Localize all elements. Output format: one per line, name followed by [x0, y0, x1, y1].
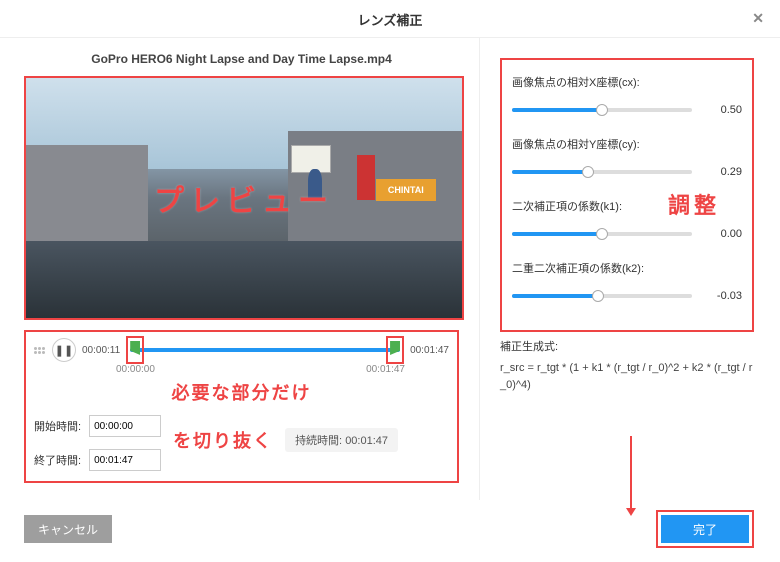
chintai-sign: CHINTAI [376, 179, 436, 201]
slider-cx-value: 0.50 [700, 104, 742, 116]
drag-handle-icon[interactable] [34, 347, 46, 354]
slider-cy-label: 画像焦点の相対Y座標(cy): [512, 136, 742, 152]
timeline-section: ❚❚ 00:00:11 00:01:47 00:00:00 00:01:47 必… [24, 330, 459, 483]
timeline-track[interactable] [130, 348, 400, 352]
cancel-button[interactable]: キャンセル [24, 515, 112, 543]
slider-cy-group: 画像焦点の相対Y座標(cy): 0.29 [512, 136, 742, 178]
slider-k2-group: 二重二次補正項の係数(k2): -0.03 [512, 260, 742, 302]
slider-k1-value: 0.00 [700, 228, 742, 240]
title-bar: レンズ補正 ✕ [0, 0, 780, 38]
slider-cy[interactable] [512, 170, 692, 174]
right-panel: 画像焦点の相対X座標(cx): 0.50 画像焦点の相対Y座標(cy): [480, 38, 780, 500]
current-time: 00:00:11 [82, 345, 120, 356]
left-panel: GoPro HERO6 Night Lapse and Day Time Lap… [0, 38, 480, 500]
start-under: 00:00:00 [116, 364, 155, 375]
duration-label: 持続時間: [295, 435, 342, 447]
trim-annotation-2: を切り抜く [173, 427, 273, 453]
end-under: 00:01:47 [366, 364, 405, 375]
timeline-row: ❚❚ 00:00:11 00:01:47 [34, 338, 449, 362]
slider-cy-value: 0.29 [700, 166, 742, 178]
done-highlight: 完了 [656, 510, 754, 548]
slider-cx-group: 画像焦点の相対X座標(cx): 0.50 [512, 74, 742, 116]
end-time-label: 終了時間: [34, 452, 81, 468]
done-button[interactable]: 完了 [661, 515, 749, 543]
close-icon[interactable]: ✕ [752, 10, 764, 27]
end-time: 00:01:47 [410, 345, 449, 356]
pause-button[interactable]: ❚❚ [52, 338, 76, 362]
start-time-input[interactable] [89, 415, 161, 437]
start-marker-highlight [126, 336, 144, 364]
start-time-row: 開始時間: [34, 415, 161, 437]
duration-box: 持続時間: 00:01:47 [285, 428, 398, 452]
footer: キャンセル 完了 [0, 500, 780, 562]
content-area: GoPro HERO6 Night Lapse and Day Time Lap… [0, 38, 780, 500]
formula-text: r_src = r_tgt * (1 + k1 * (r_tgt / r_0)^… [500, 360, 754, 393]
file-name: GoPro HERO6 Night Lapse and Day Time Lap… [24, 52, 459, 66]
end-time-input[interactable] [89, 449, 161, 471]
end-marker-highlight [386, 336, 404, 364]
slider-k2[interactable] [512, 294, 692, 298]
lens-correction-dialog: レンズ補正 ✕ GoPro HERO6 Night Lapse and Day … [0, 0, 780, 562]
slider-k1[interactable] [512, 232, 692, 236]
slider-cx-label: 画像焦点の相対X座標(cx): [512, 74, 742, 90]
start-time-label: 開始時間: [34, 418, 81, 434]
dialog-title: レンズ補正 [358, 13, 423, 28]
trim-annotation-1: 必要な部分だけ [34, 379, 449, 405]
end-time-row: 終了時間: [34, 449, 161, 471]
adjust-annotation: 調整 [668, 188, 720, 220]
slider-k2-value: -0.03 [700, 290, 742, 302]
time-labels-under: 00:00:00 00:01:47 [116, 364, 405, 375]
video-preview[interactable]: CHINTAI プレビュー [24, 76, 464, 320]
duration-value: 00:01:47 [345, 435, 388, 447]
preview-annotation: プレビュー [154, 176, 334, 220]
slider-cx[interactable] [512, 108, 692, 112]
slider-k2-label: 二重二次補正項の係数(k2): [512, 260, 742, 276]
formula-label: 補正生成式: [500, 338, 754, 354]
arrow-down-annotation [630, 436, 632, 514]
